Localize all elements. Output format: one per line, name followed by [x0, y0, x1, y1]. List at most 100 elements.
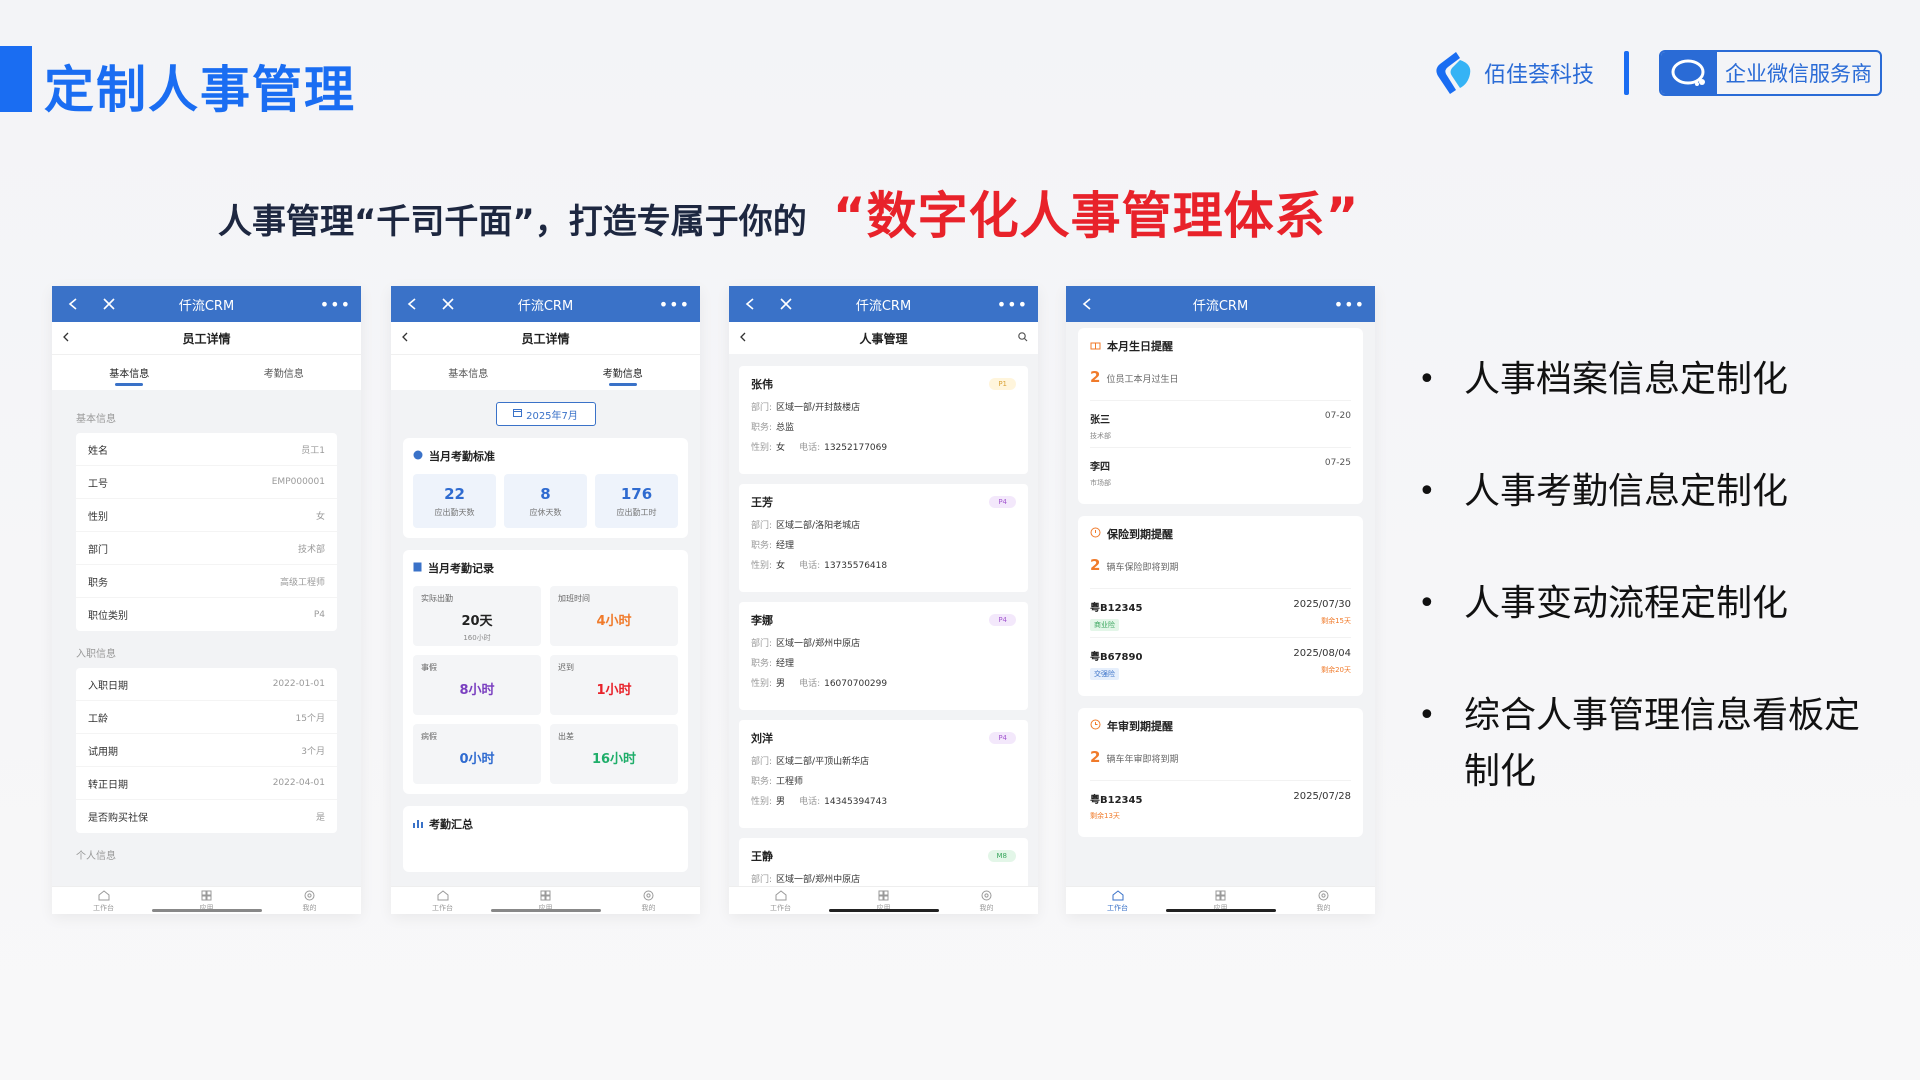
employee-name: 王静	[751, 850, 773, 863]
stat-cell: 176 应出勤工时	[595, 474, 678, 528]
calendar-icon	[513, 408, 523, 420]
app-bar: 仟流CRM •••	[1066, 286, 1375, 322]
close-icon[interactable]	[775, 293, 797, 315]
section-label: 个人信息	[76, 851, 116, 862]
partner-name: 企业微信服务商	[1725, 62, 1872, 86]
entry-info-card: 入职日期 2022-01-01 工龄 15个月 试用期 3个月 转正日期 2022-04…	[76, 668, 337, 833]
tab-attendance-info[interactable]: 考勤信息	[207, 355, 362, 390]
phone-employee-basic: 仟流CRM ••• 员工详情 基本信息 考勤信息 基本信息 姓名 员工1 工号 EM…	[52, 286, 361, 914]
close-icon[interactable]	[98, 293, 120, 315]
settings-icon	[981, 890, 992, 903]
list-item[interactable]: 张伟 P1 部门: 区域一部/开封鼓楼店 职务: 总监 性别: 女电话: 13252177069	[739, 366, 1028, 474]
app-bar: 仟流CRM •••	[729, 286, 1038, 322]
home-icon	[437, 890, 449, 903]
level-badge: P1	[989, 378, 1016, 390]
clock-icon	[1090, 719, 1101, 733]
home-indicator	[490, 909, 601, 912]
home-icon	[775, 890, 787, 903]
section-label: 入职信息	[76, 649, 116, 660]
list-item[interactable]: 李四 市场部 07-25	[1090, 447, 1351, 494]
app-bar: 仟流CRM •••	[52, 286, 361, 322]
list-item[interactable]: 粤B12345 商业险 2025/07/30 剩余15天	[1090, 588, 1351, 637]
kv-row: 工号 EMP000001	[76, 466, 337, 499]
bottom-tabbar: 工作台 应用 我的	[729, 886, 1038, 914]
chart-icon	[413, 818, 423, 831]
stat-cell: 8 应休天数	[504, 474, 587, 528]
more-icon[interactable]: •••	[1334, 295, 1365, 314]
clock-icon	[413, 450, 423, 463]
list-item[interactable]: 粤B67890 交强险 2025/08/04 剩余20天	[1090, 637, 1351, 686]
section-label: 基本信息	[76, 414, 116, 425]
employee-name: 张伟	[751, 378, 773, 391]
employee-name: 李娜	[751, 614, 773, 627]
back-arrow-icon[interactable]	[1076, 293, 1098, 315]
settings-icon	[643, 890, 654, 903]
stat-cell: 22 应出勤天数	[413, 474, 496, 528]
tab-workbench[interactable]: 工作台	[391, 887, 494, 914]
kv-row: 是否购买社保是	[88, 813, 325, 824]
page-title: 定制人事管理	[44, 61, 356, 119]
alert-icon	[1090, 527, 1101, 541]
tab-basic-info[interactable]: 基本信息	[52, 355, 207, 390]
record-cell: 加班时间 4小时	[550, 586, 678, 646]
tab-workbench[interactable]: 工作台	[1066, 887, 1169, 914]
insurance-reminder-card: 保险到期提醒 2 辆车保险即将到期 粤B12345 商业险 2025/07/30 剩余1…	[1078, 516, 1363, 696]
record-cell: 病假 0小时	[413, 724, 541, 784]
month-picker[interactable]: 2025年7月	[495, 402, 596, 426]
record-cell: 实际出勤 20天 160小时	[413, 586, 541, 646]
kv-row: 性别女	[76, 499, 337, 532]
tab-mine[interactable]: 我的	[597, 887, 700, 914]
kv-row: 姓名 员工1	[76, 433, 337, 466]
kv-row: 工龄 15个月	[76, 701, 337, 734]
employee-name: 刘洋	[751, 732, 773, 745]
phone-reminders: 仟流CRM ••• 本月生日提醒 2 位员工本月过生日 张三 技术部 07-20 李四…	[1066, 286, 1375, 914]
slogan-main: 人事管理“千司千面”，打造专属于你的	[218, 202, 807, 242]
back-arrow-icon[interactable]	[401, 293, 423, 315]
close-icon[interactable]	[437, 293, 459, 315]
attendance-record-card: 当月考勤记录 实际出勤 20天 160小时 加班时间 4小时 事假 8小时 迟到 1小时 …	[403, 550, 688, 794]
tab-attendance-info[interactable]: 考勤信息	[546, 355, 701, 390]
detail-tabs: 基本信息 考勤信息	[391, 354, 700, 390]
kv-row: 职位类别 P4	[88, 609, 325, 623]
tab-workbench[interactable]: 工作台	[729, 887, 832, 914]
more-icon[interactable]: •••	[997, 295, 1028, 314]
more-icon[interactable]: •••	[659, 295, 690, 314]
tab-mine[interactable]: 我的	[935, 887, 1038, 914]
tab-mine[interactable]: 我的	[258, 887, 361, 914]
brand-logo: 佰佳荟科技	[1434, 50, 1594, 96]
settings-icon	[1318, 890, 1329, 903]
apps-icon	[540, 890, 551, 903]
logo-divider	[1624, 51, 1629, 95]
list-item[interactable]: 王芳 P4 部门: 区域二部/洛阳老城店 职务: 经理 性别: 女电话: 13735576418	[739, 484, 1028, 592]
kv-row: 入职日期 2022-01-01	[76, 668, 337, 701]
bottom-tabbar: 工作台 应用 我的	[52, 886, 361, 914]
list-item[interactable]: 李娜 P4 部门: 区域一部/郑州中原店 职务: 经理 性别: 男电话: 16070700299	[739, 602, 1028, 710]
record-cell: 事假 8小时	[413, 655, 541, 715]
basic-info-card: 姓名 员工1 工号 EMP000001 性别女 部门 技术部 职务 高级工程师 职位类别…	[76, 433, 337, 631]
list-item[interactable]: 粤B12345 剩余13天 2025/07/28	[1090, 780, 1351, 827]
attendance-standard-card: 当月考勤标准 22 应出勤天数 8 应休天数 176 应出勤工时	[403, 438, 688, 538]
home-indicator	[151, 909, 262, 912]
list-item[interactable]: 张三 技术部 07-20	[1090, 400, 1351, 447]
back-arrow-icon[interactable]	[739, 293, 761, 315]
tab-mine[interactable]: 我的	[1272, 887, 1375, 914]
tab-workbench[interactable]: 工作台	[52, 887, 155, 914]
list-item[interactable]: 刘洋 P4 部门: 区域二部/平顶山新华店 职务: 工程师 性别: 男电话: 143453947…	[739, 720, 1028, 828]
brand-logo-icon	[1434, 50, 1474, 96]
kv-row: 职务 高级工程师	[76, 565, 337, 598]
birthday-reminder-card: 本月生日提醒 2 位员工本月过生日 张三 技术部 07-20 李四 市场部 07-25	[1078, 328, 1363, 504]
detail-tabs: 基本信息 考勤信息	[52, 354, 361, 390]
slogan-accent: “数字化人事管理体系”	[832, 187, 1360, 245]
kv-row: 部门 技术部	[76, 532, 337, 565]
tab-basic-info[interactable]: 基本信息	[391, 355, 546, 390]
sub-title: 人事管理	[859, 331, 908, 346]
home-icon	[1112, 890, 1124, 903]
bullet-item: • 综合人事管理信息看板定制化	[1418, 695, 1861, 792]
slogan: 人事管理“千司千面”，打造专属于你的 “数字化人事管理体系”	[218, 176, 1359, 248]
apps-icon	[1215, 890, 1226, 903]
partner-logo: 企业微信服务商	[1659, 50, 1882, 96]
settings-icon	[304, 890, 315, 903]
back-arrow-icon[interactable]	[62, 293, 84, 315]
subheader: 人事管理	[729, 322, 1038, 354]
more-icon[interactable]: •••	[320, 295, 351, 314]
